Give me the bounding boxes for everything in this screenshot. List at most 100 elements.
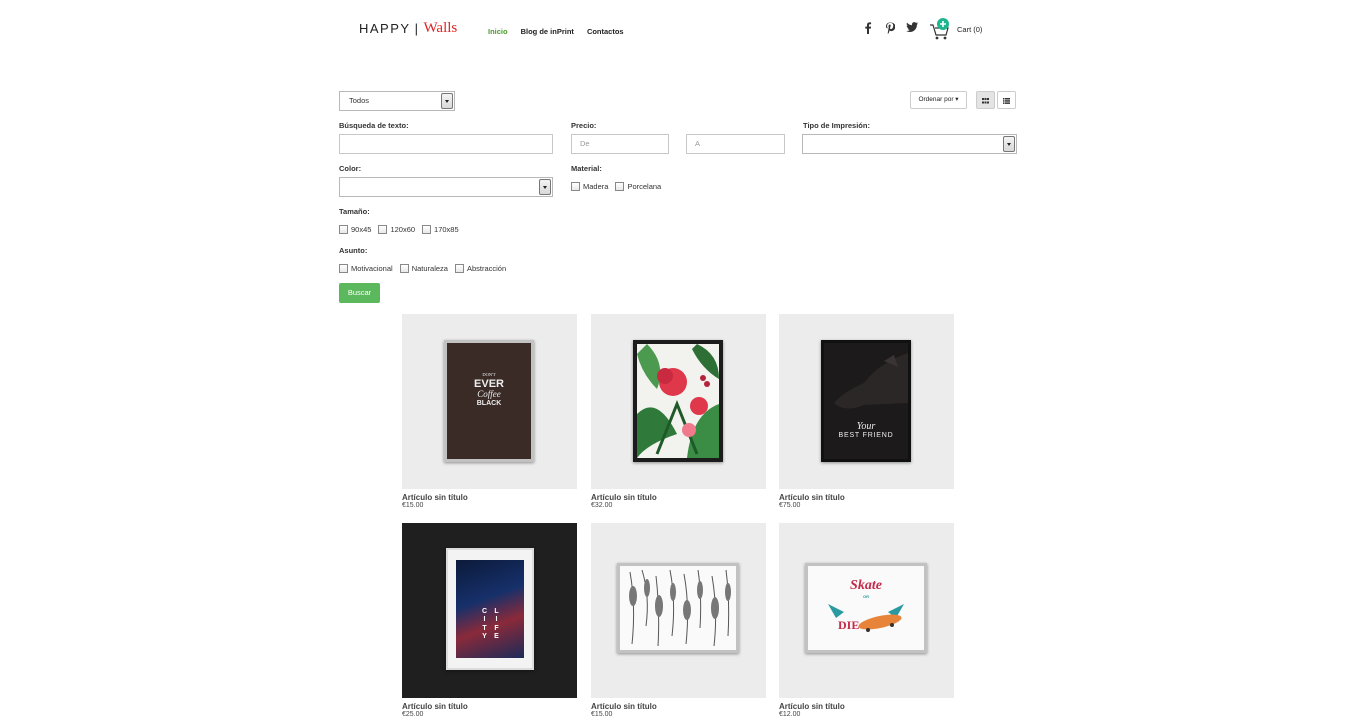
cart-icon: [929, 17, 951, 41]
category-select-value: Todos: [349, 96, 370, 105]
product-card[interactable]: CITY LIFE Artículo sin título €25.00: [402, 523, 577, 718]
sort-dropdown-button[interactable]: Ordenar por ▾: [910, 91, 967, 109]
logo-separator: |: [414, 21, 420, 36]
chevron-down-icon: [539, 179, 551, 195]
material-porcelana: Porcelana: [627, 182, 662, 191]
material-label: Material:: [571, 164, 602, 173]
chevron-down-icon: [441, 93, 453, 109]
size-options: 90x45 120x60 170x85: [339, 225, 459, 234]
dog-art: [834, 353, 908, 409]
subject-motivacional: Motivacional: [351, 264, 393, 273]
skate-art: [828, 604, 904, 632]
product-image[interactable]: CITY LIFE: [402, 523, 577, 698]
checkbox[interactable]: [571, 182, 580, 191]
subject-abstraccion: Abstracción: [466, 264, 507, 273]
subject-option[interactable]: Naturaleza: [399, 264, 448, 273]
product-price: €15.00: [591, 711, 613, 718]
print-type-label: Tipo de Impresión:: [803, 121, 870, 130]
nav-contactos[interactable]: Contactos: [587, 27, 624, 36]
site-logo[interactable]: HAPPY | Walls: [359, 20, 457, 37]
poster-text: Coffee: [477, 389, 501, 400]
checkbox[interactable]: [399, 264, 409, 273]
cart-label: Cart (0): [957, 24, 983, 34]
grid-icon: [982, 97, 989, 104]
size-label: Tamaño:: [339, 207, 370, 216]
poster-text: BEST FRIEND: [838, 432, 894, 439]
price-to-input[interactable]: A: [686, 134, 785, 154]
product-price: €12.00: [779, 711, 801, 718]
list-view-button[interactable]: [997, 91, 1016, 109]
checkbox[interactable]: [454, 264, 464, 273]
product-title[interactable]: Artículo sin título: [402, 702, 577, 711]
size-option[interactable]: 120x60: [378, 225, 415, 234]
poster-skate: Skate OR DIE: [805, 563, 927, 653]
product-card[interactable]: DON'T EVER Coffee BLACK Artículo sin tít…: [402, 314, 577, 509]
checkbox[interactable]: [339, 264, 348, 273]
material-options: Madera Porcelana: [571, 182, 661, 191]
logo-happy: HAPPY: [359, 21, 411, 36]
subject-option[interactable]: Motivacional: [339, 264, 393, 273]
poster-feathers: [617, 563, 739, 653]
facebook-icon[interactable]: [862, 22, 874, 36]
product-price: €32.00: [591, 502, 613, 509]
cart-link[interactable]: Cart (0): [929, 17, 982, 41]
product-title[interactable]: Artículo sin título: [779, 702, 954, 711]
chevron-down-icon: [1003, 136, 1015, 152]
list-icon: [1003, 97, 1010, 104]
poster-text: Your: [856, 421, 876, 432]
checkbox[interactable]: [422, 225, 432, 234]
poster-city: CITY LIFE: [446, 548, 534, 670]
checkbox[interactable]: [615, 182, 625, 191]
color-select[interactable]: [339, 177, 553, 197]
product-card[interactable]: Your BEST FRIEND Artículo sin título €75…: [779, 314, 954, 509]
material-option[interactable]: Madera: [571, 182, 608, 191]
twitter-icon[interactable]: [906, 22, 918, 36]
size-90x45: 90x45: [351, 225, 372, 234]
size-120x60: 120x60: [390, 225, 416, 234]
subject-naturaleza: Naturaleza: [411, 264, 448, 273]
subject-label: Asunto:: [339, 246, 368, 255]
pinterest-icon[interactable]: [884, 22, 896, 36]
product-image[interactable]: Your BEST FRIEND: [779, 314, 954, 489]
print-type-select[interactable]: [802, 134, 1017, 154]
city-art: CITY LIFE: [456, 560, 524, 658]
product-price: €25.00: [402, 711, 424, 718]
poster-floral: [633, 340, 723, 462]
checkbox[interactable]: [378, 225, 388, 234]
text-search-input[interactable]: [339, 134, 553, 154]
product-card[interactable]: Skate OR DIE Artículo sin título €12.00: [779, 523, 954, 718]
product-image[interactable]: [591, 314, 766, 489]
color-label: Color:: [339, 164, 362, 173]
search-button[interactable]: Buscar: [339, 283, 380, 303]
poster-text: LIFE: [494, 608, 499, 641]
nav-blog[interactable]: Blog de inPrint: [521, 27, 574, 36]
subject-option[interactable]: Abstracción: [454, 264, 507, 273]
product-image[interactable]: DON'T EVER Coffee BLACK: [402, 314, 577, 489]
price-label: Precio:: [571, 121, 597, 130]
checkbox[interactable]: [339, 225, 348, 234]
size-option[interactable]: 90x45: [339, 225, 371, 234]
product-title[interactable]: Artículo sin título: [779, 493, 954, 502]
main-nav: Inicio Blog de inPrint Contactos: [488, 27, 624, 36]
product-title[interactable]: Artículo sin título: [591, 493, 766, 502]
category-select[interactable]: Todos: [339, 91, 455, 111]
product-card[interactable]: Artículo sin título €15.00: [591, 523, 766, 718]
material-option[interactable]: Porcelana: [615, 182, 661, 191]
nav-inicio[interactable]: Inicio: [488, 27, 508, 36]
grid-view-button[interactable]: [976, 91, 995, 109]
price-from-input[interactable]: De: [571, 134, 669, 154]
product-price: €75.00: [779, 502, 801, 509]
poster-dog: Your BEST FRIEND: [821, 340, 911, 462]
social-links: [862, 22, 918, 36]
floral-art: [637, 344, 719, 458]
product-image[interactable]: Skate OR DIE: [779, 523, 954, 698]
product-card[interactable]: Artículo sin título €32.00: [591, 314, 766, 509]
poster-coffee: DON'T EVER Coffee BLACK: [444, 340, 534, 462]
product-title[interactable]: Artículo sin título: [402, 493, 577, 502]
product-price: €15.00: [402, 502, 424, 509]
poster-text: BLACK: [476, 399, 502, 407]
size-option[interactable]: 170x85: [422, 225, 459, 234]
size-170x85: 170x85: [434, 225, 459, 234]
product-image[interactable]: [591, 523, 766, 698]
product-title[interactable]: Artículo sin título: [591, 702, 766, 711]
